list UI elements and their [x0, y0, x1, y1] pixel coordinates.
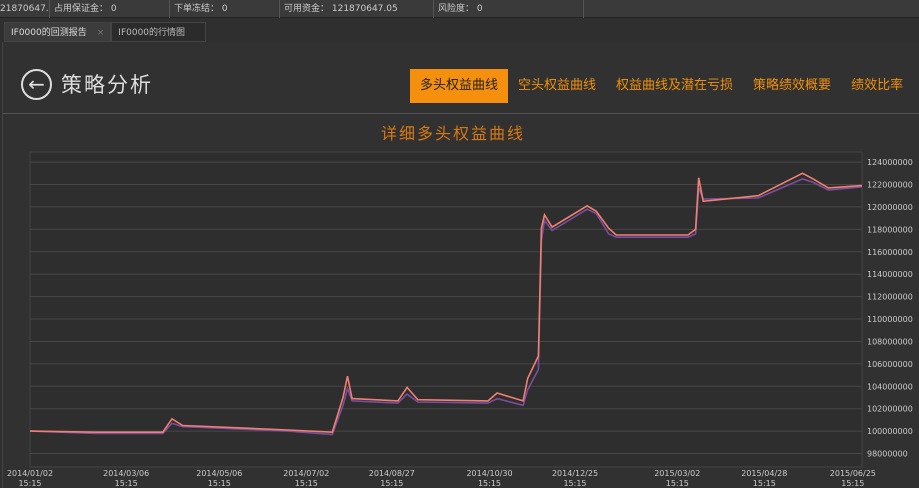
y-tick-label: 110000000 — [867, 315, 913, 324]
x-tick-label: 2015/04/28 15:15 — [741, 469, 787, 488]
y-tick-label: 102000000 — [867, 405, 913, 414]
x-tick-label: 2015/06/25 15:15 — [830, 469, 876, 488]
y-tick-label: 116000000 — [867, 248, 913, 257]
x-tick-label: 2014/07/02 15:15 — [283, 469, 329, 488]
y-tick-label: 120000000 — [867, 203, 913, 212]
y-tick-label: 108000000 — [867, 337, 913, 346]
y-tick-label: 114000000 — [867, 270, 913, 279]
y-tick-label: 106000000 — [867, 360, 913, 369]
y-tick-label: 112000000 — [867, 293, 913, 302]
y-tick-label: 118000000 — [867, 225, 913, 234]
x-tick-label: 2014/08/27 15:15 — [369, 469, 415, 488]
x-tick-label: 2014/05/06 15:15 — [196, 469, 242, 488]
y-tick-label: 100000000 — [867, 427, 913, 436]
y-tick-label: 98000000 — [867, 450, 908, 459]
x-tick-label: 2014/10/30 15:15 — [466, 469, 512, 488]
y-tick-label: 124000000 — [867, 158, 913, 167]
plot-area — [29, 151, 863, 468]
equity-chart: 98000000 100000000 102000000 104000000 10600… — [7, 151, 913, 488]
y-tick-label: 122000000 — [867, 181, 913, 190]
x-tick-label: 2014/03/06 15:15 — [103, 469, 149, 488]
y-tick-label: 104000000 — [867, 382, 913, 391]
x-tick-label: 2014/01/02 15:15 — [7, 469, 53, 488]
x-tick-label: 2014/12/25 15:15 — [552, 469, 598, 488]
x-tick-label: 2015/03/02 15:15 — [654, 469, 700, 488]
